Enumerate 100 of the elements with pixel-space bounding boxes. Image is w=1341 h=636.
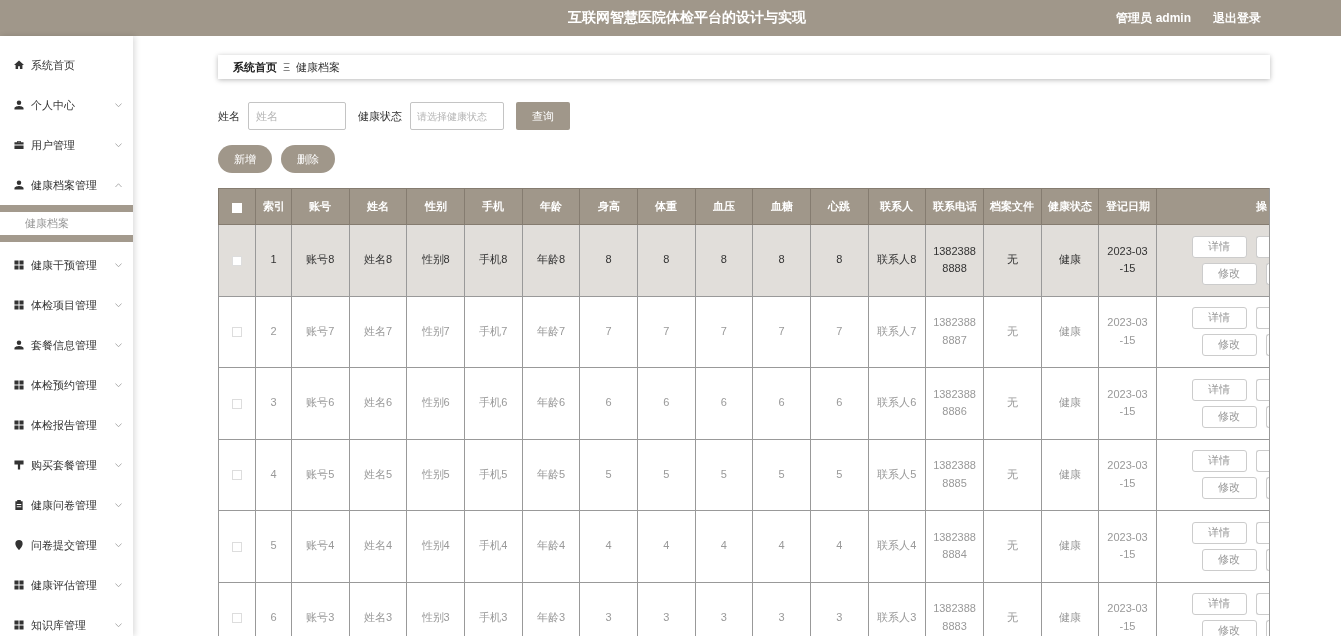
field-label: 姓名 bbox=[218, 108, 240, 124]
table-cell: 6 bbox=[637, 367, 696, 439]
table-cell: 2023-03-15 bbox=[1098, 510, 1157, 582]
table-cell: 6 bbox=[810, 367, 869, 439]
table-cell: 健康 bbox=[1041, 296, 1099, 368]
sidebar-item[interactable]: 健康档案管理 bbox=[0, 165, 133, 205]
field-label: 健康状态 bbox=[358, 108, 402, 124]
table-cell: 联系人6 bbox=[868, 367, 926, 439]
table-cell: 5 bbox=[255, 510, 292, 582]
row-checkbox[interactable] bbox=[232, 541, 242, 552]
edit-button[interactable]: 修改 bbox=[1201, 334, 1257, 357]
search-input[interactable]: 姓名 bbox=[248, 102, 346, 130]
sidebar-item[interactable]: 体检项目管理 bbox=[0, 285, 133, 325]
edit-button[interactable]: 修改 bbox=[1201, 262, 1257, 285]
row-checkbox[interactable] bbox=[232, 613, 242, 624]
table-cell: 7 bbox=[752, 296, 811, 368]
table-cell: 账号7 bbox=[291, 296, 350, 368]
table-cell: 账号8 bbox=[291, 224, 350, 296]
sidebar-item[interactable]: 购买套餐管理 bbox=[0, 445, 133, 485]
table-cell: 5 bbox=[579, 439, 638, 511]
table-cell: 5 bbox=[810, 439, 869, 511]
cut-off-button[interactable] bbox=[1255, 521, 1269, 544]
sidebar-item[interactable]: 知识库管理 bbox=[0, 605, 133, 636]
table-cell: 2 bbox=[255, 296, 292, 368]
sidebar-item[interactable]: 问卷提交管理 bbox=[0, 525, 133, 565]
table-cell: 5 bbox=[637, 439, 696, 511]
details-button[interactable]: 详情 bbox=[1191, 235, 1247, 258]
edit-button[interactable]: 修改 bbox=[1201, 548, 1257, 571]
delete-button[interactable]: 删除 bbox=[281, 145, 335, 173]
cut-off-button[interactable] bbox=[1265, 405, 1269, 428]
edit-button[interactable]: 修改 bbox=[1201, 477, 1257, 500]
table-cell: 4 bbox=[810, 510, 869, 582]
table-cell: 2023-03-15 bbox=[1098, 367, 1157, 439]
table-cell: 联系人4 bbox=[868, 510, 926, 582]
sidebar-item[interactable]: 体检报告管理 bbox=[0, 405, 133, 445]
table-cell: 联系人5 bbox=[868, 439, 926, 511]
table-cell: 手机4 bbox=[464, 510, 523, 582]
row-checkbox[interactable] bbox=[232, 470, 242, 481]
grid-icon bbox=[14, 300, 24, 310]
column-header: 体重 bbox=[637, 188, 696, 225]
table-cell: 5 bbox=[752, 439, 811, 511]
column-header: 年龄 bbox=[522, 188, 580, 225]
home-icon bbox=[14, 60, 24, 70]
table-cell: 姓名4 bbox=[349, 510, 407, 582]
row-checkbox[interactable] bbox=[232, 398, 242, 409]
details-button[interactable]: 详情 bbox=[1191, 593, 1247, 616]
sidebar-item[interactable]: 系统首页 bbox=[0, 45, 133, 85]
person-icon bbox=[14, 180, 24, 190]
table-cell: 健康 bbox=[1041, 439, 1099, 511]
select-field[interactable]: 请选择健康状态 bbox=[410, 102, 504, 130]
details-button[interactable]: 详情 bbox=[1191, 378, 1247, 401]
table-cell: 8 bbox=[752, 224, 811, 296]
details-button[interactable]: 详情 bbox=[1191, 450, 1247, 473]
search-button[interactable]: 查询 bbox=[516, 102, 570, 130]
cut-off-button[interactable] bbox=[1255, 235, 1269, 258]
sidebar-subitem[interactable]: 健康档案 bbox=[0, 205, 133, 242]
table-cell: 8 bbox=[695, 224, 753, 296]
cut-off-button[interactable] bbox=[1265, 334, 1269, 357]
logout-link[interactable]: 退出登录 bbox=[1213, 9, 1261, 27]
breadcrumb-current: 健康档案 bbox=[296, 59, 341, 75]
details-button[interactable]: 详情 bbox=[1191, 521, 1247, 544]
table-cell: 健康 bbox=[1041, 224, 1099, 296]
sidebar-item[interactable]: 健康问卷管理 bbox=[0, 485, 133, 525]
sidebar-item[interactable]: 套餐信息管理 bbox=[0, 325, 133, 365]
cut-off-button[interactable] bbox=[1255, 593, 1269, 616]
grid-icon bbox=[14, 260, 24, 270]
table-cell: 4 bbox=[255, 439, 292, 511]
sidebar-item[interactable]: 健康干预管理 bbox=[0, 245, 133, 285]
cut-off-button[interactable] bbox=[1255, 307, 1269, 330]
table-cell: 年龄7 bbox=[522, 296, 580, 368]
table-cell: 性别5 bbox=[406, 439, 465, 511]
signpost-icon bbox=[14, 460, 24, 470]
sidebar-item[interactable]: 用户管理 bbox=[0, 125, 133, 165]
sidebar-item[interactable]: 个人中心 bbox=[0, 85, 133, 125]
cut-off-button[interactable] bbox=[1265, 548, 1269, 571]
row-checkbox[interactable] bbox=[232, 327, 242, 338]
breadcrumb-link[interactable]: 系统首页 bbox=[233, 59, 277, 75]
cut-off-button[interactable] bbox=[1265, 262, 1269, 285]
table-cell: 无 bbox=[983, 296, 1042, 368]
cut-off-button[interactable] bbox=[1265, 620, 1269, 636]
person-icon bbox=[14, 100, 24, 110]
row-checkbox[interactable] bbox=[232, 255, 242, 266]
select-all-checkbox[interactable] bbox=[232, 202, 242, 213]
table-cell: 联系人7 bbox=[868, 296, 926, 368]
cut-off-button[interactable] bbox=[1255, 378, 1269, 401]
add-button[interactable]: 新增 bbox=[218, 145, 272, 173]
column-header: 索引 bbox=[255, 188, 292, 225]
edit-button[interactable]: 修改 bbox=[1201, 405, 1257, 428]
column-header: 登记日期 bbox=[1098, 188, 1157, 225]
details-button[interactable]: 详情 bbox=[1191, 307, 1247, 330]
sidebar-item[interactable]: 体检预约管理 bbox=[0, 365, 133, 405]
table-cell: 年龄4 bbox=[522, 510, 580, 582]
sidebar-item[interactable]: 健康评估管理 bbox=[0, 565, 133, 605]
table-cell: 手机5 bbox=[464, 439, 523, 511]
column-header: 健康状态 bbox=[1041, 188, 1099, 225]
table-cell: 年龄8 bbox=[522, 224, 580, 296]
person-icon bbox=[14, 340, 24, 350]
edit-button[interactable]: 修改 bbox=[1201, 620, 1257, 636]
cut-off-button[interactable] bbox=[1255, 450, 1269, 473]
cut-off-button[interactable] bbox=[1265, 477, 1269, 500]
